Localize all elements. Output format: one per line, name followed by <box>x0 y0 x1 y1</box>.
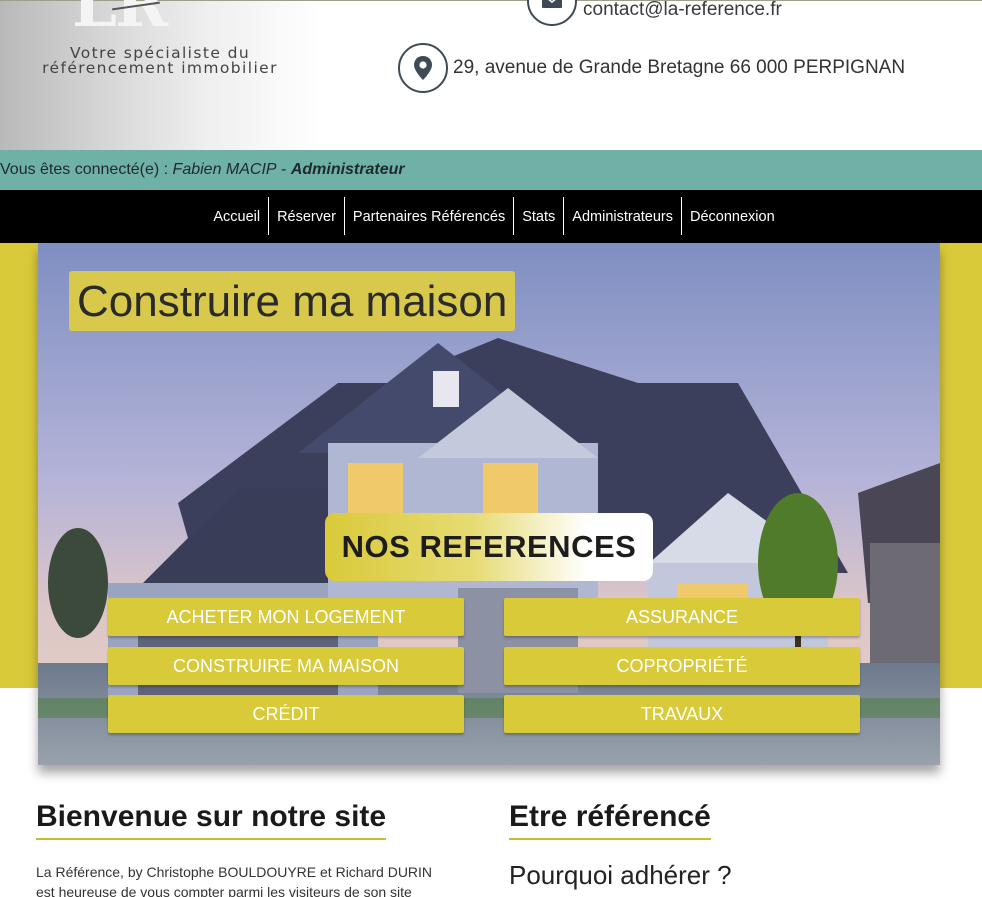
hero-title: Construire ma maison <box>69 271 516 331</box>
references-heading: NOS REFERENCES <box>325 513 653 581</box>
nav-item-stats[interactable]: Stats <box>514 190 563 243</box>
welcome-title: Bienvenue sur notre site <box>36 800 387 840</box>
nav-item-reserver[interactable]: Réserver <box>269 190 344 243</box>
ref-button-travaux[interactable]: TRAVAUX <box>504 695 860 733</box>
welcome-text-line-1: La Référence, by Christophe BOULDOUYRE e… <box>36 864 433 880</box>
nav-item-partenaires[interactable]: Partenaires Référencés <box>345 190 513 243</box>
tagline-line-2: référencement immobilier <box>42 59 278 77</box>
contact-email[interactable]: contact@la-reference.fr <box>527 0 782 26</box>
nav-link-administrateurs[interactable]: Administrateurs <box>564 209 681 225</box>
nav-item-administrateurs[interactable]: Administrateurs <box>564 190 681 243</box>
main-nav: Accueil Réserver Partenaires Référencés … <box>0 190 982 243</box>
nav-link-reserver[interactable]: Réserver <box>269 209 344 225</box>
referencing-subtitle: Pourquoi adhérer ? <box>509 860 732 890</box>
nav-link-partenaires[interactable]: Partenaires Référencés <box>345 209 513 225</box>
nav-link-stats[interactable]: Stats <box>514 209 563 225</box>
hero-banner: Construire ma maison NOS REFERENCES ACHE… <box>38 243 940 765</box>
referencing-section: Etre référencé Pourquoi adhérer ? <box>509 800 929 891</box>
site-header: LR Votre spécialiste du référencement im… <box>0 0 982 151</box>
ref-button-acheter[interactable]: ACHETER MON LOGEMENT <box>108 598 464 636</box>
connected-prefix: Vous êtes connecté(e) : <box>0 161 173 178</box>
ref-button-copropriete[interactable]: COPROPRIÉTÉ <box>504 647 860 685</box>
map-pin-icon <box>398 43 448 93</box>
logo-tagline: Votre spécialiste du référencement immob… <box>10 45 310 77</box>
connected-status: Vous êtes connecté(e) : Fabien MACIP - A… <box>0 161 405 179</box>
address-text: 29, avenue de Grande Bretagne 66 000 PER… <box>453 57 906 78</box>
ref-button-assurance[interactable]: ASSURANCE <box>504 598 860 636</box>
nav-list: Accueil Réserver Partenaires Référencés … <box>0 190 982 243</box>
welcome-text: La Référence, by Christophe BOULDOUYRE e… <box>36 862 456 897</box>
nav-item-accueil[interactable]: Accueil <box>205 190 268 243</box>
referencing-title: Etre référencé <box>509 800 711 840</box>
welcome-section: Bienvenue sur notre site La Référence, b… <box>36 800 456 897</box>
connected-user-role: Administrateur <box>290 161 405 178</box>
logo[interactable]: LR Votre spécialiste du référencement im… <box>0 0 320 151</box>
nav-link-deconnexion[interactable]: Déconnexion <box>682 209 783 225</box>
ref-button-credit[interactable]: CRÉDIT <box>108 695 464 733</box>
ref-button-construire[interactable]: CONSTRUIRE MA MAISON <box>108 647 464 685</box>
contact-address: 29, avenue de Grande Bretagne 66 000 PER… <box>398 43 905 93</box>
connected-user-name: Fabien MACIP <box>172 161 277 178</box>
welcome-text-line-2: est heureuse de vous compter parmi les v… <box>36 884 412 897</box>
connected-separator: - <box>276 161 291 178</box>
connected-user-bar: Vous êtes connecté(e) : Fabien MACIP - A… <box>0 150 982 190</box>
email-link[interactable]: contact@la-reference.fr <box>583 0 782 21</box>
envelope-icon <box>527 0 577 26</box>
nav-link-accueil[interactable]: Accueil <box>205 209 268 225</box>
nav-item-deconnexion[interactable]: Déconnexion <box>682 190 783 243</box>
